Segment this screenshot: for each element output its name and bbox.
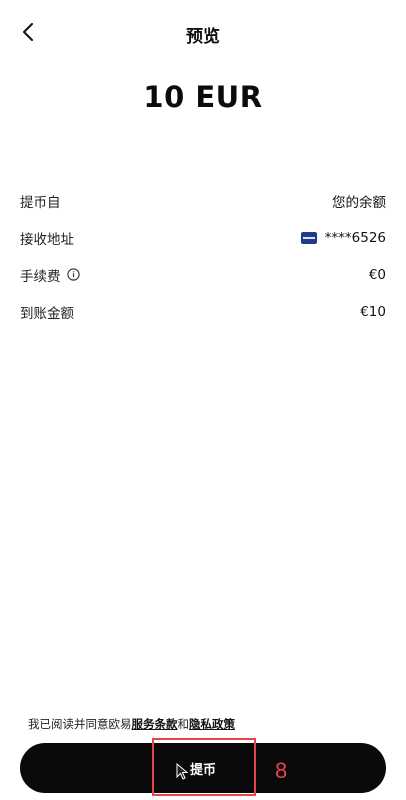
info-icon[interactable]	[66, 268, 80, 281]
row-withdraw-from: 提币自 您的余额	[20, 182, 386, 219]
privacy-policy-link[interactable]: 隐私政策	[189, 717, 235, 731]
header: 预览	[0, 0, 406, 64]
terms-of-service-link[interactable]: 服务条款	[132, 717, 178, 731]
page-title: 预览	[186, 27, 220, 47]
row-value: €10	[360, 303, 386, 320]
details-list: 提币自 您的余额 接收地址 ****6526 手续费 €0 到账金额 €10	[20, 182, 386, 330]
row-label: 提币自	[20, 194, 61, 211]
terms-prefix: 我已阅读并同意欧易	[28, 717, 132, 731]
row-receive-address: 接收地址 ****6526	[20, 219, 386, 256]
annotation-box	[152, 738, 256, 796]
withdraw-amount: 10 EUR	[143, 80, 263, 114]
terms-conjunction: 和	[177, 717, 190, 731]
withdraw-preview-screen: 预览 10 EUR 提币自 您的余额 接收地址 ****6526 手续费 €0 …	[0, 0, 406, 800]
annotation-number: 8	[275, 758, 288, 783]
card-icon	[300, 231, 317, 244]
row-value-wrapper: ****6526	[300, 229, 386, 246]
row-label-wrapper: 手续费	[20, 265, 80, 285]
row-fee: 手续费 €0	[20, 256, 386, 293]
row-received-amount: 到账金额 €10	[20, 293, 386, 330]
row-label: 到账金额	[20, 305, 74, 322]
row-value: 您的余额	[332, 194, 386, 211]
row-label: 手续费	[20, 268, 61, 285]
row-value: ****6526	[324, 229, 386, 246]
row-value: €0	[368, 266, 386, 283]
row-label: 接收地址	[20, 231, 74, 248]
terms-agreement: 我已阅读并同意欧易服务条款和隐私政策	[28, 716, 235, 732]
